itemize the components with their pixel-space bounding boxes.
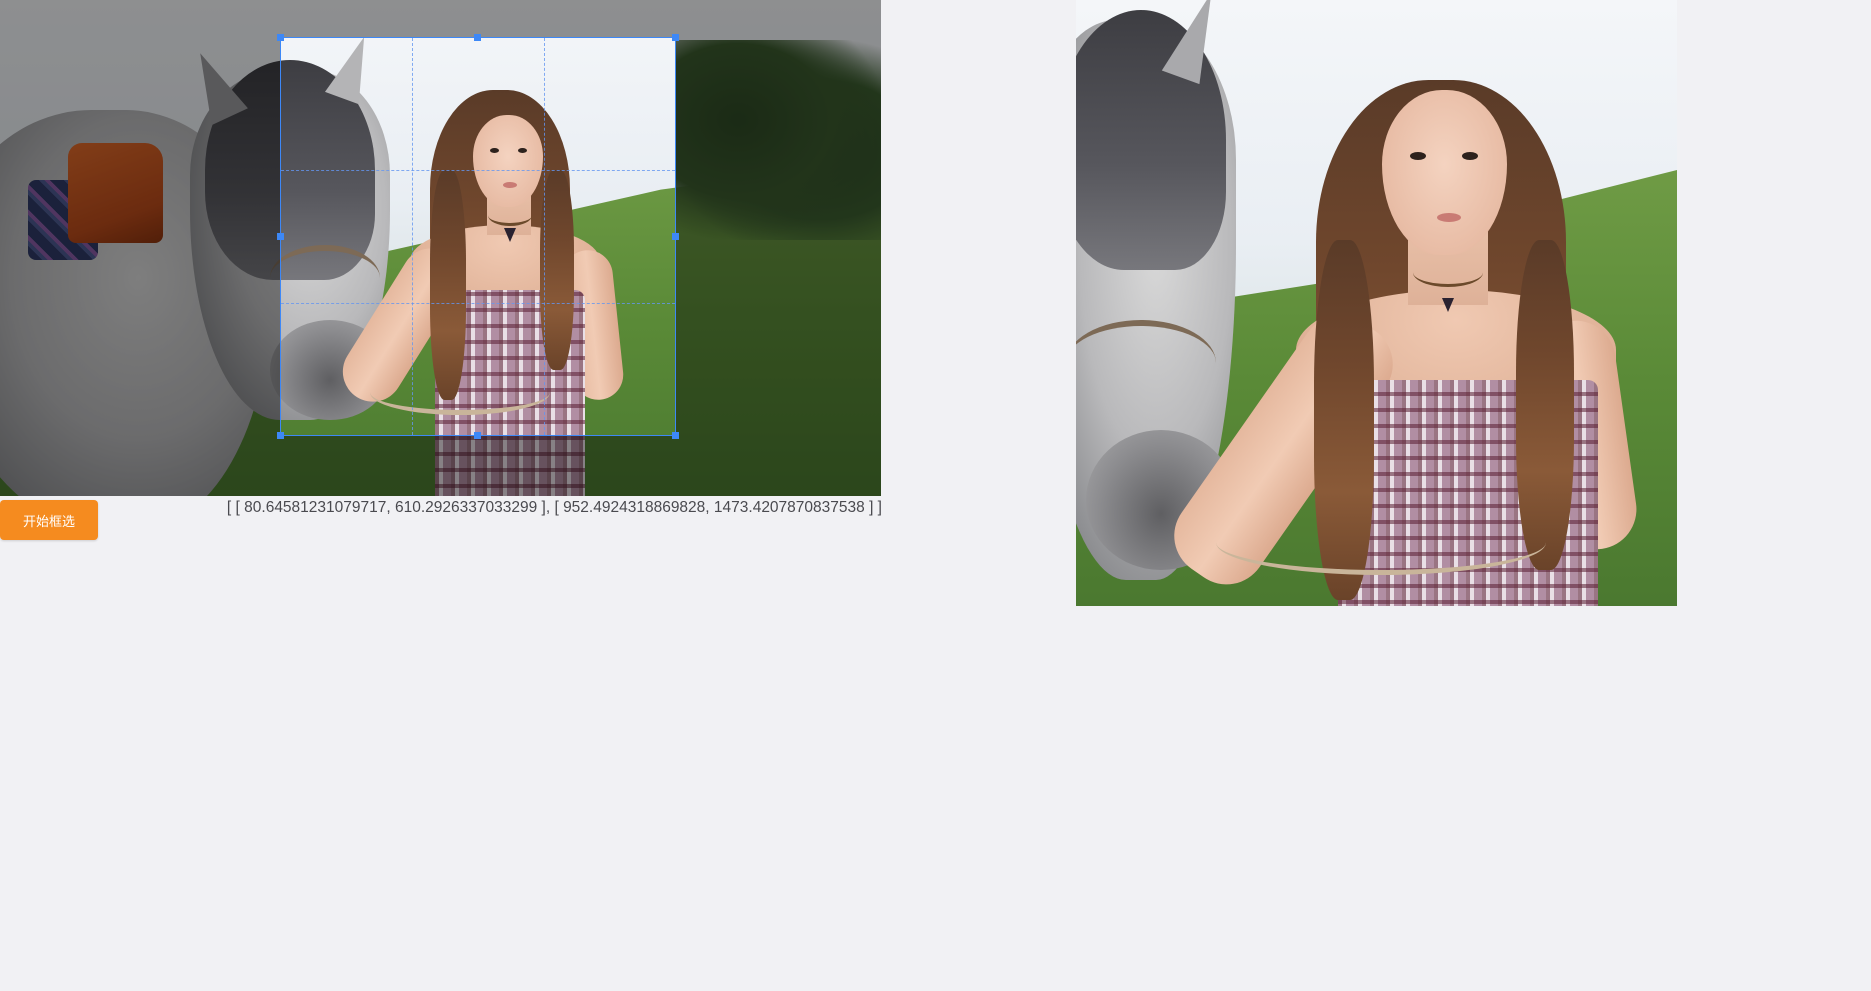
crop-guide-line bbox=[281, 170, 675, 172]
selection-coordinates-readout: [ [ 80.64581231079717, 610.2926337033299… bbox=[226, 499, 882, 516]
crop-guide-line bbox=[412, 38, 414, 435]
crop-guide-line bbox=[543, 38, 545, 435]
crop-preview-image bbox=[1076, 0, 1677, 606]
crop-handle-top[interactable] bbox=[474, 34, 481, 41]
start-selection-button[interactable]: 开始框选 bbox=[0, 500, 98, 540]
crop-handle-left[interactable] bbox=[277, 232, 284, 240]
crop-selection-box[interactable] bbox=[277, 34, 679, 439]
crop-editor-canvas[interactable] bbox=[0, 0, 881, 496]
crop-handle-bottom-right[interactable] bbox=[672, 432, 679, 439]
crop-handle-bottom[interactable] bbox=[474, 432, 481, 439]
crop-mask-bottom bbox=[0, 436, 881, 496]
crop-mask-top bbox=[0, 0, 881, 37]
crop-handle-right[interactable] bbox=[672, 232, 679, 240]
crop-mask-right bbox=[676, 37, 881, 436]
crop-guide-line bbox=[281, 302, 675, 304]
lead-rope bbox=[1216, 510, 1546, 575]
crop-handle-bottom-left[interactable] bbox=[277, 432, 284, 439]
crop-mask-left bbox=[0, 37, 280, 436]
page: 开始框选 [ [ 80.64581231079717, 610.29263370… bbox=[0, 0, 1871, 991]
crop-handle-top-right[interactable] bbox=[672, 34, 679, 41]
woman-face bbox=[1382, 90, 1507, 255]
crop-handle-top-left[interactable] bbox=[277, 34, 284, 41]
